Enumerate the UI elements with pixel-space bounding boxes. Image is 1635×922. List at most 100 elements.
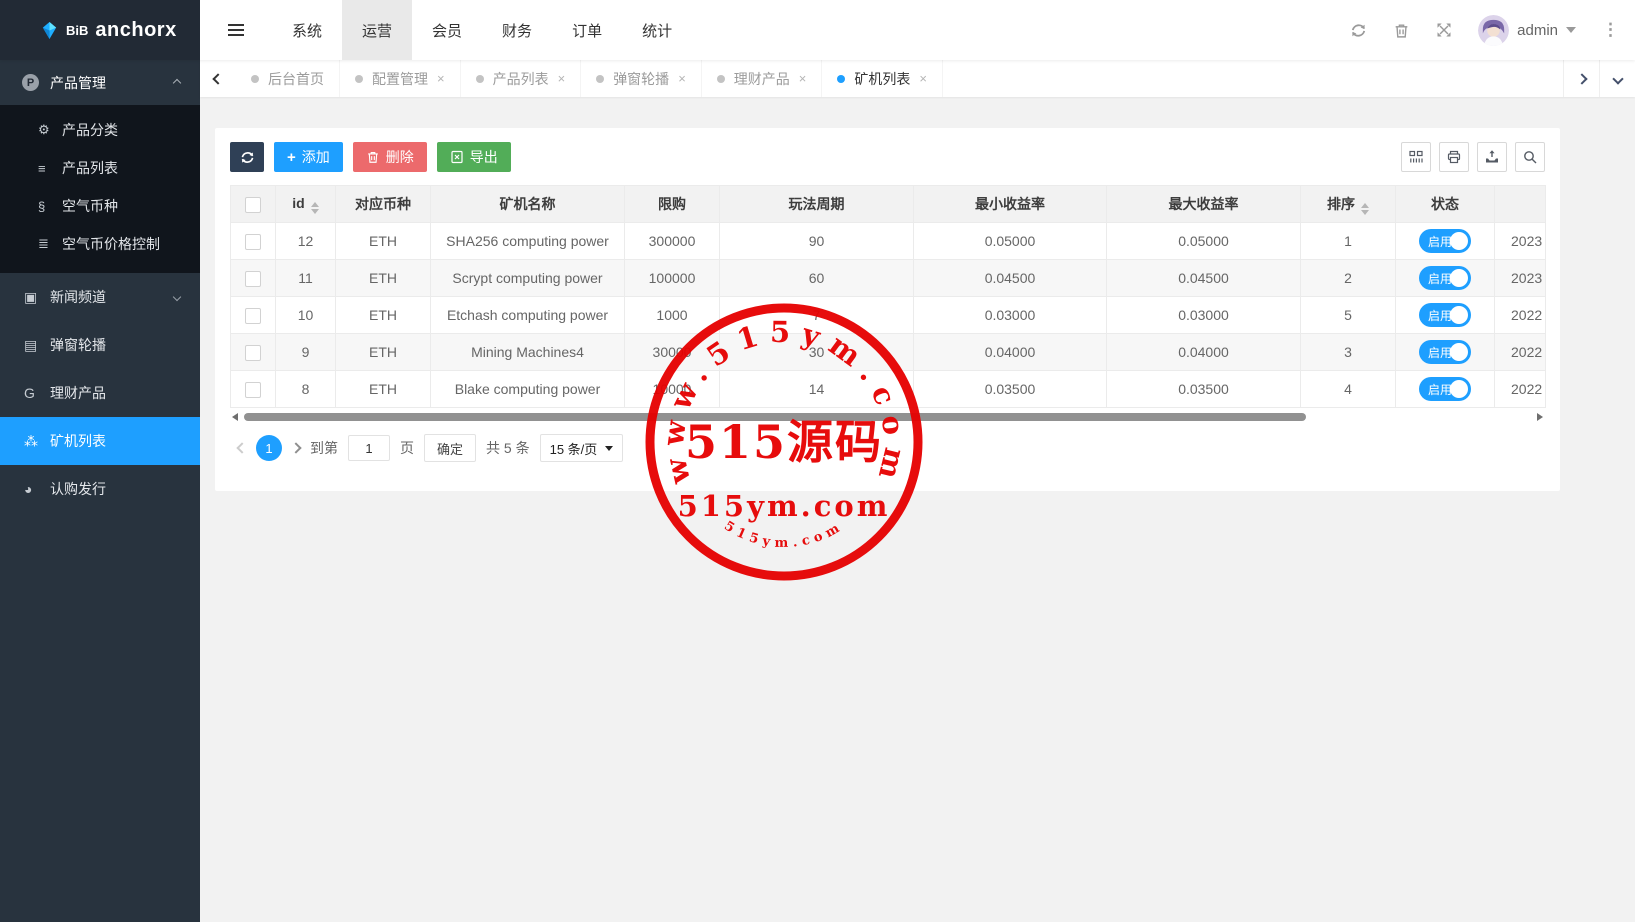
page-input[interactable]	[348, 435, 390, 461]
select-all-checkbox[interactable]	[245, 197, 261, 213]
close-icon[interactable]: ×	[799, 71, 807, 86]
brand-diamond-icon	[40, 21, 59, 40]
page-number[interactable]: 1	[256, 435, 282, 461]
add-button[interactable]: + 添加	[274, 142, 343, 172]
status-toggle[interactable]: 启用	[1419, 377, 1471, 401]
sidebar-item-subscription-issue[interactable]: ◕ 认购发行	[0, 465, 200, 513]
cell-id: 10	[276, 297, 336, 334]
sidebar-group-label: 产品管理	[50, 73, 106, 93]
sidebar-item-popup-carousel[interactable]: ▤ 弹窗轮播	[0, 321, 200, 369]
tab-dot	[596, 75, 604, 83]
table-header-row: id 对应币种 矿机名称 限购 玩法周期 最小收益率 最大收益率 排序 状态	[231, 186, 1546, 223]
cell-name: Scrypt computing power	[431, 260, 625, 297]
nav-item-finance[interactable]: 财务	[482, 0, 552, 60]
status-toggle[interactable]: 启用	[1419, 229, 1471, 253]
tab-dot	[251, 75, 259, 83]
col-time	[1495, 186, 1546, 223]
refresh-icon[interactable]	[1350, 22, 1367, 39]
refresh-button[interactable]	[230, 142, 264, 172]
nav-item-operation[interactable]: 运营	[342, 0, 412, 60]
main-content: + 添加 删除 导出	[200, 97, 1635, 922]
close-icon[interactable]: ×	[678, 71, 686, 86]
cell-cycle: 60	[720, 260, 914, 297]
status-toggle[interactable]: 启用	[1419, 303, 1471, 327]
row-checkbox[interactable]	[245, 308, 261, 324]
cell-id: 11	[276, 260, 336, 297]
delete-button[interactable]: 删除	[353, 142, 427, 172]
sidebar-item-label: 产品列表	[62, 158, 118, 178]
sidebar-item-product-category[interactable]: ⚙ 产品分类	[0, 111, 200, 149]
nav-item-system[interactable]: 系统	[272, 0, 342, 60]
tab-dot	[476, 75, 484, 83]
tab-config[interactable]: 配置管理 ×	[340, 60, 461, 97]
export-label: 导出	[470, 147, 498, 167]
table-tools	[1401, 142, 1545, 172]
status-toggle[interactable]: 启用	[1419, 340, 1471, 364]
nav-item-member[interactable]: 会员	[412, 0, 482, 60]
prev-page-icon[interactable]	[236, 442, 247, 453]
export-data-button[interactable]	[1477, 142, 1507, 172]
col-sort[interactable]: 排序	[1301, 186, 1396, 223]
scrollbar-thumb[interactable]	[244, 413, 1306, 421]
tab-miner-list[interactable]: 矿机列表 ×	[822, 60, 943, 97]
tabs-scroll-left[interactable]	[200, 60, 236, 97]
sidebar-item-finance-product[interactable]: G 理财产品	[0, 369, 200, 417]
tabs-scroll-right[interactable]	[1563, 60, 1599, 97]
sidebar-item-air-coin[interactable]: § 空气币种	[0, 187, 200, 225]
sort-icon[interactable]	[1361, 203, 1369, 215]
sidebar-item-label: 空气币种	[62, 196, 118, 216]
sidebar-item-miner-list[interactable]: ⁂ 矿机列表	[0, 417, 200, 465]
tab-label: 矿机列表	[854, 69, 910, 89]
cell-min-rate: 0.05000	[914, 223, 1107, 260]
top-nav: 系统 运营 会员 财务 订单 统计	[200, 0, 692, 60]
add-label: 添加	[302, 147, 330, 167]
sidebar-item-air-coin-price[interactable]: ≣ 空气币价格控制	[0, 225, 200, 263]
row-checkbox[interactable]	[245, 234, 261, 250]
sidebar-group-product-mgmt[interactable]: P 产品管理	[0, 60, 200, 105]
cell-time: 2022	[1495, 334, 1546, 371]
sidebar-item-product-list[interactable]: ≡ 产品列表	[0, 149, 200, 187]
cell-max-rate: 0.04000	[1107, 334, 1301, 371]
tab-product-list[interactable]: 产品列表 ×	[461, 60, 582, 97]
columns-button[interactable]	[1401, 142, 1431, 172]
export-button[interactable]: 导出	[437, 142, 511, 172]
tab-popup-carousel[interactable]: 弹窗轮播 ×	[581, 60, 702, 97]
scroll-right-arrow[interactable]	[1537, 413, 1543, 421]
cell-time: 2023	[1495, 260, 1546, 297]
per-page-select[interactable]: 15 条/页	[540, 434, 624, 462]
close-icon[interactable]: ×	[437, 71, 445, 86]
trash-icon[interactable]	[1393, 22, 1410, 39]
menu-toggle-icon[interactable]	[200, 0, 272, 60]
confirm-button[interactable]: 确定	[424, 434, 476, 462]
cell-limit: 30000	[625, 334, 720, 371]
list-icon: ≡	[38, 161, 62, 176]
export-icon	[1484, 149, 1500, 165]
more-menu-icon[interactable]: ⋮	[1602, 20, 1619, 40]
search-button[interactable]	[1515, 142, 1545, 172]
nav-item-stats[interactable]: 统计	[622, 0, 692, 60]
col-id[interactable]: id	[276, 186, 336, 223]
status-toggle[interactable]: 启用	[1419, 266, 1471, 290]
tab-finance-product[interactable]: 理财产品 ×	[702, 60, 823, 97]
toggle-label: 启用	[1428, 270, 1452, 287]
scroll-left-arrow[interactable]	[232, 413, 238, 421]
cell-limit: 300000	[625, 223, 720, 260]
toggle-knob	[1450, 343, 1468, 361]
close-icon[interactable]: ×	[919, 71, 927, 86]
row-checkbox[interactable]	[245, 345, 261, 361]
sort-icon[interactable]	[311, 202, 319, 214]
tab-home[interactable]: 后台首页	[236, 60, 340, 97]
close-icon[interactable]: ×	[558, 71, 566, 86]
tab-label: 后台首页	[268, 69, 324, 89]
cell-name: Mining Machines4	[431, 334, 625, 371]
row-checkbox[interactable]	[245, 382, 261, 398]
ordered-list-icon: ≣	[38, 236, 62, 252]
user-menu[interactable]: admin	[1478, 15, 1576, 46]
nav-item-orders[interactable]: 订单	[552, 0, 622, 60]
fullscreen-icon[interactable]	[1436, 22, 1452, 38]
tabs-menu[interactable]	[1599, 60, 1635, 97]
print-button[interactable]	[1439, 142, 1469, 172]
row-checkbox[interactable]	[245, 271, 261, 287]
next-page-icon[interactable]	[290, 442, 301, 453]
sidebar-item-news-channel[interactable]: ▣ 新闻频道	[0, 273, 200, 321]
